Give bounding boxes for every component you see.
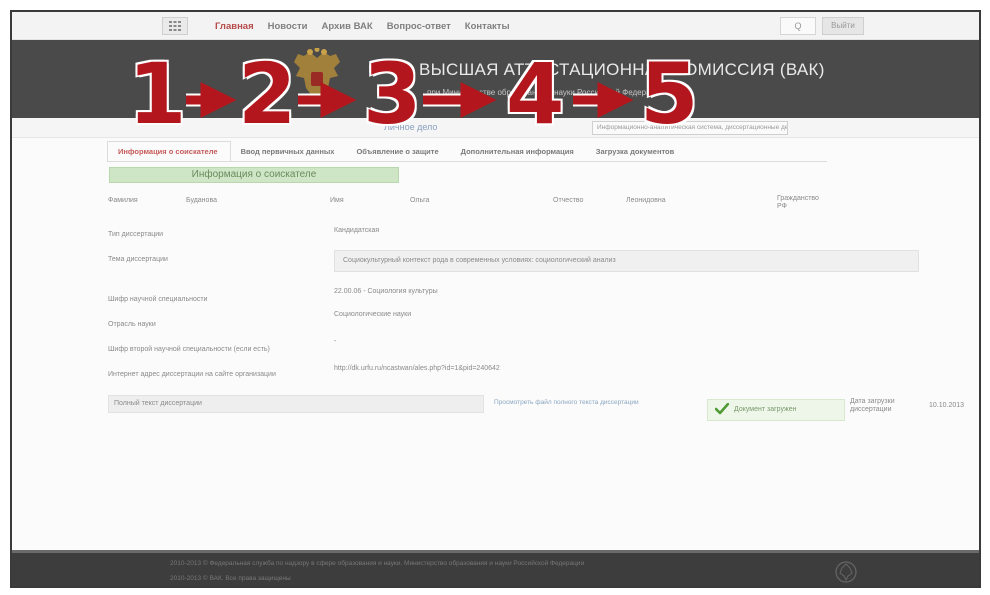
grid-icon-svg: [169, 21, 181, 31]
field-label-second-specialty: Шифр второй научной специальности (если …: [108, 346, 270, 353]
tab-bar: Информация о соискателе Ввод первичных д…: [107, 140, 686, 162]
field-value-science-branch: Социологические науки: [334, 311, 412, 318]
nav-link-home[interactable]: Главная: [215, 21, 254, 32]
field-label-dissertation-theme: Тема диссертации: [108, 256, 168, 263]
search-icon[interactable]: Q: [780, 17, 816, 35]
tab-additional-info[interactable]: Дополнительная информация: [451, 142, 586, 161]
tab-defense-announcement[interactable]: Объявление о защите: [346, 142, 450, 161]
field-label-science-branch: Отрасль науки: [108, 321, 156, 328]
sub-strip: Личное дело Информационно-аналитическая …: [12, 118, 979, 138]
browser-frame: Главная Новости Архив ВАК Вопрос-ответ К…: [10, 10, 981, 588]
tab-applicant-info[interactable]: Информация о соискателе: [107, 141, 231, 161]
field-value-dissertation-theme: Социокультурный контекст рода в современ…: [334, 250, 919, 272]
tab-document-upload[interactable]: Загрузка документов: [586, 142, 686, 161]
footer-rights: 2010-2013 © ВАК. Все права защищены: [170, 575, 291, 582]
double-headed-eagle-icon: [294, 48, 340, 106]
name-label: Имя: [330, 197, 344, 204]
surname-label: Фамилия: [108, 197, 138, 204]
fulltext-row: Полный текст диссертации: [108, 395, 484, 413]
tab-primary-data[interactable]: Ввод первичных данных: [231, 142, 347, 161]
personal-file-link[interactable]: Личное дело: [384, 122, 437, 132]
patronymic-value: Леонидовна: [626, 197, 666, 204]
page-title: ВЫСШАЯ АТТЕСТАЦИОННАЯ КОМИССИЯ (ВАК): [419, 60, 825, 79]
view-fulltext-link[interactable]: Просмотреть файл полного текста диссерта…: [494, 399, 639, 406]
footer-copyright: 2010-2013 © Федеральная служба по надзор…: [170, 560, 585, 567]
patronymic-label: Отчество: [553, 197, 584, 204]
section-title: Информация о соискателе: [109, 167, 399, 183]
field-label-dissertation-type: Тип диссертации: [108, 231, 164, 238]
nav-link-contacts[interactable]: Контакты: [465, 21, 510, 32]
upload-date-value: 10.10.2013: [929, 402, 965, 409]
field-value-dissertation-url[interactable]: http://dk.urfu.ru/ncastwan/ales.php?id=1…: [334, 365, 500, 372]
nav-link-archive[interactable]: Архив ВАК: [321, 21, 372, 32]
logout-button[interactable]: Выйти: [822, 17, 864, 35]
site-header: ВЫСШАЯ АТТЕСТАЦИОННАЯ КОМИССИЯ (ВАК) при…: [12, 40, 979, 118]
nav-link-faq[interactable]: Вопрос-ответ: [387, 21, 451, 32]
surname-value: Буданова: [186, 197, 217, 204]
citizenship-label: Гражданство РФ: [777, 195, 819, 210]
check-icon: [715, 403, 729, 415]
document-loaded-badge: Документ загружен: [707, 399, 845, 421]
field-value-dissertation-type: Кандидатская: [334, 227, 380, 234]
name-value: Ольга: [410, 197, 430, 204]
system-label: Информационно-аналитическая система, дис…: [592, 121, 788, 135]
nav-link-news[interactable]: Новости: [268, 21, 308, 32]
site-footer: 2010-2013 © Федеральная служба по надзор…: [12, 550, 979, 586]
tab-divider: [107, 161, 827, 162]
fulltext-label: Полный текст диссертации: [114, 400, 202, 407]
page-subtitle: при Министерстве образования и науки Рос…: [427, 88, 665, 97]
field-label-specialty-code: Шифр научной специальности: [108, 296, 208, 303]
field-value-specialty-code: 22.00.06 - Социология культуры: [334, 288, 438, 295]
emblem-icon: [835, 561, 857, 583]
top-nav: Главная Новости Архив ВАК Вопрос-ответ К…: [12, 12, 979, 40]
document-loaded-text: Документ загружен: [734, 406, 797, 413]
nav-links: Главная Новости Архив ВАК Вопрос-ответ К…: [215, 12, 510, 40]
field-label-dissertation-url: Интернет адрес диссертации на сайте орга…: [108, 371, 276, 378]
field-value-second-specialty: -: [334, 338, 337, 345]
upload-date-label: Дата загрузки диссертации: [850, 398, 895, 413]
grid-icon[interactable]: [162, 17, 188, 35]
